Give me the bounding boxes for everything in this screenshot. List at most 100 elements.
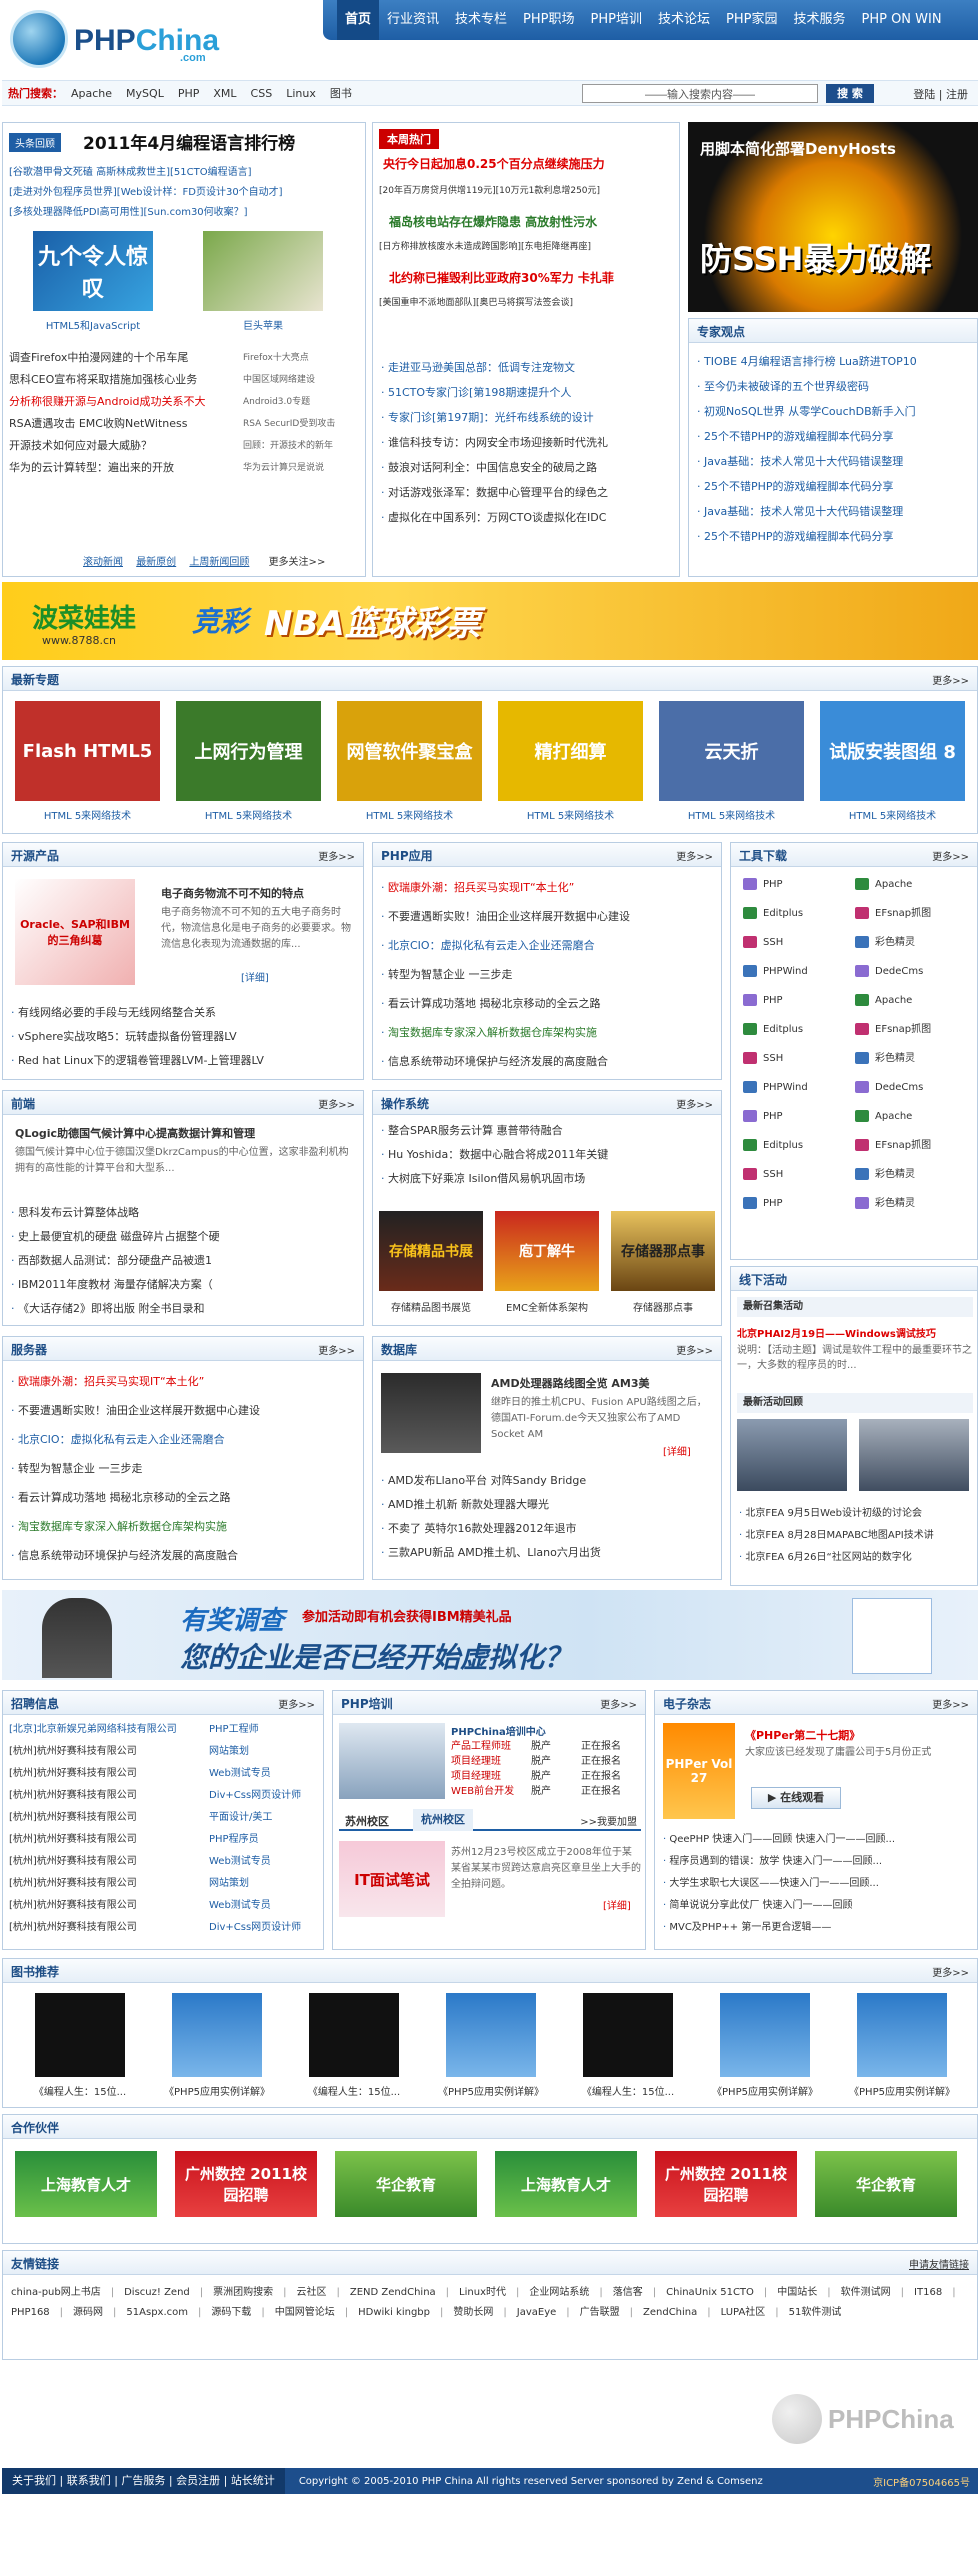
- footer-link[interactable]: 会员注册: [176, 2474, 220, 2487]
- database-item[interactable]: AMD推土机新 新款处理器大曝光: [381, 1493, 713, 1517]
- emag-issue[interactable]: 《PHPer第二十七期》: [745, 1727, 860, 1743]
- database-item[interactable]: 不卖了 英特尔16款处理器2012年退市: [381, 1517, 713, 1541]
- os-more-link[interactable]: 更多>>: [676, 1096, 713, 1111]
- original-news-link[interactable]: 最新原创: [136, 557, 176, 568]
- event-photo[interactable]: [737, 1419, 847, 1491]
- friend-link[interactable]: 51Aspx.com: [126, 2303, 188, 2323]
- server-item[interactable]: 看云计算成功落地 揭秘北京移动的全云之路: [11, 1483, 355, 1512]
- book-cover[interactable]: [35, 1993, 125, 2077]
- os-pic-caption[interactable]: 存储器那点事: [611, 1299, 715, 1314]
- os-pic[interactable]: 存储精品书展: [379, 1211, 483, 1291]
- tool-download-link[interactable]: 彩色精灵: [855, 1051, 915, 1067]
- book-title[interactable]: 《PHP5应用实例详解》: [428, 2083, 554, 2098]
- tool-download-link[interactable]: PHPWind: [743, 964, 808, 980]
- topic-caption[interactable]: HTML 5来网络技术: [820, 807, 965, 822]
- server-item[interactable]: 不要遭遇断实败！油田企业这样展开数据中心建设: [11, 1396, 355, 1425]
- os-item[interactable]: Hu Yoshida：数据中心融合将成2011年关键: [381, 1143, 713, 1167]
- friend-link[interactable]: HDwiki kingbp: [358, 2303, 430, 2323]
- apply-link[interactable]: 申请友情链接: [909, 2256, 969, 2271]
- headline-side-item[interactable]: Firefox十大亮点: [243, 347, 361, 369]
- friend-link[interactable]: ZendChina: [643, 2303, 697, 2323]
- tool-download-link[interactable]: 彩色精灵: [855, 935, 915, 951]
- topic-image[interactable]: 云天折: [659, 701, 804, 801]
- weekly-item[interactable]: 鼓浪对话阿利全：中国信息安全的破局之路: [381, 455, 665, 480]
- oss-feature-image[interactable]: Oracle、SAP和IBM的三角纠葛: [15, 879, 135, 985]
- training-more-link[interactable]: 更多>>: [600, 1696, 637, 1711]
- frontend-item[interactable]: 史上最便宜机的硬盘 磁盘碎片占据整个硬: [11, 1225, 355, 1249]
- weekly-headline[interactable]: 福岛核电站存在爆炸隐患 高放射性污水: [389, 213, 597, 230]
- search-input[interactable]: [582, 84, 818, 103]
- nba-lottery-banner[interactable]: 波菜娃娃 www.8788.cn 竞彩 NBA篮球彩票: [2, 582, 978, 660]
- job-row[interactable]: [杭州]杭州好赛科技有限公司 网站策划: [9, 1873, 319, 1895]
- headline-side-item[interactable]: 回顾：开源技术的新年: [243, 435, 361, 457]
- friend-link[interactable]: 云社区: [297, 2283, 327, 2303]
- more-focus-link[interactable]: 更多关注>>: [269, 557, 326, 568]
- friend-link[interactable]: IT168: [914, 2283, 942, 2303]
- job-row[interactable]: [杭州]杭州好赛科技有限公司 Div+Css网页设计师: [9, 1917, 319, 1939]
- nav-php-home[interactable]: PHP家园: [718, 0, 785, 40]
- tool-download-link[interactable]: PHP: [743, 993, 783, 1009]
- tool-download-link[interactable]: DedeCms: [855, 1080, 923, 1096]
- nav-php-on-win[interactable]: PHP ON WIN: [853, 0, 949, 40]
- nav-php-training[interactable]: PHP培训: [583, 0, 650, 40]
- os-item[interactable]: 大树底下好乘凉 Isilon借风易帆巩固市场: [381, 1167, 713, 1191]
- weekly-item[interactable]: 走进亚马逊美国总部：低调专注宠物文: [381, 355, 665, 380]
- partner-logo[interactable]: 华企教育: [815, 2151, 957, 2217]
- headline-item[interactable]: RSA遭遇攻击 EMC收购NetWitness: [9, 413, 239, 435]
- friend-link[interactable]: 中国站长: [777, 2283, 817, 2303]
- partner-logo[interactable]: 上海教育人才: [495, 2151, 637, 2217]
- tool-download-link[interactable]: Apache: [855, 993, 912, 1009]
- friend-link[interactable]: 源码下载: [211, 2303, 251, 2323]
- keyword-link[interactable]: CSS: [251, 87, 273, 100]
- headline-item[interactable]: 思科CEO宣布将采取措施加强核心业务: [9, 369, 239, 391]
- friend-link[interactable]: Discuz! Zend: [124, 2283, 190, 2303]
- books-more-link[interactable]: 更多>>: [932, 1964, 969, 1979]
- expert-item[interactable]: TIOBE 4月编程语言排行榜 Lua跻进TOP10: [697, 349, 969, 374]
- friend-link[interactable]: china-pub网上书店: [11, 2283, 101, 2303]
- training-row[interactable]: 项目经理班 脱产 正在报名: [451, 1769, 641, 1784]
- topic-caption[interactable]: HTML 5来网络技术: [176, 807, 321, 822]
- tool-download-link[interactable]: DedeCms: [855, 964, 923, 980]
- friend-link[interactable]: 软件测试网: [841, 2283, 891, 2303]
- tool-download-link[interactable]: PHP: [743, 1109, 783, 1125]
- php-app-more-link[interactable]: 更多>>: [676, 848, 713, 863]
- oss-feature-title[interactable]: 电子商务物流不可不知的特点: [161, 885, 304, 901]
- login-link[interactable]: 登陆: [913, 88, 935, 101]
- keyword-link[interactable]: MySQL: [126, 87, 164, 100]
- emag-cover-image[interactable]: PHPer Vol 27: [663, 1723, 735, 1819]
- icp-number[interactable]: 京ICP备07504665号: [873, 2474, 970, 2489]
- os-item[interactable]: 整合SPAR服务云计算 惠普带待融合: [381, 1119, 713, 1143]
- event-item[interactable]: 北京FEA 9月5日Web设计初级的讨论会: [739, 1503, 969, 1525]
- expert-item[interactable]: 25个不错PHP的游戏编程脚本代码分享: [697, 424, 969, 449]
- database-item[interactable]: 三款APU新品 AMD推土机、Llano六月出货: [381, 1541, 713, 1565]
- training-image[interactable]: [339, 1723, 445, 1799]
- server-item[interactable]: 北京CIO：虚拟化私有云走入企业还需磨合: [11, 1425, 355, 1454]
- friend-link[interactable]: 51软件测试: [789, 2303, 842, 2323]
- html5-promo-image[interactable]: 九个令人惊叹: [33, 231, 153, 311]
- tool-download-link[interactable]: SSH: [743, 935, 783, 951]
- book-cover[interactable]: [720, 1993, 810, 2077]
- footer-link[interactable]: 关于我们: [12, 2474, 56, 2487]
- friend-link[interactable]: 票洲团购搜索: [213, 2283, 273, 2303]
- php-app-item[interactable]: 转型为智慧企业 一三步走: [381, 960, 713, 989]
- tool-download-link[interactable]: PHP: [743, 1196, 783, 1212]
- headline-item[interactable]: 分析称很赚开源与Android成功关系不大: [9, 391, 239, 413]
- emag-item[interactable]: 大学生求职七大误区——快速入门一——回顾...: [663, 1873, 969, 1895]
- book-cover[interactable]: [172, 1993, 262, 2077]
- server-item[interactable]: 欧瑞康外潮：招兵买马实现IT“本土化”: [11, 1367, 355, 1396]
- keyword-link[interactable]: PHP: [178, 87, 200, 100]
- book-title[interactable]: 《编程人生：15位...: [17, 2083, 143, 2098]
- register-link[interactable]: 注册: [946, 88, 968, 101]
- keyword-link[interactable]: XML: [213, 87, 236, 100]
- topic-caption[interactable]: HTML 5来网络技术: [498, 807, 643, 822]
- expert-item[interactable]: Java基础：技术人常见十大代码错误整理: [697, 449, 969, 474]
- friend-link[interactable]: 企业网站系统: [529, 2283, 589, 2303]
- tool-download-link[interactable]: PHP: [743, 877, 783, 893]
- training-row[interactable]: WEB前台开发 脱产 正在报名: [451, 1784, 641, 1799]
- scroll-news-link[interactable]: 滚动新闻: [83, 557, 123, 568]
- topic-image[interactable]: 试版安装图组 8: [820, 701, 965, 801]
- os-pic-caption[interactable]: 存储精品图书展览: [379, 1299, 483, 1314]
- keyword-link[interactable]: Apache: [71, 87, 112, 100]
- headline-item[interactable]: 开源技术如何应对最大威胁？: [9, 435, 239, 457]
- emag-item[interactable]: QeePHP 快速入门——回顾 快速入门一——回顾...: [663, 1829, 969, 1851]
